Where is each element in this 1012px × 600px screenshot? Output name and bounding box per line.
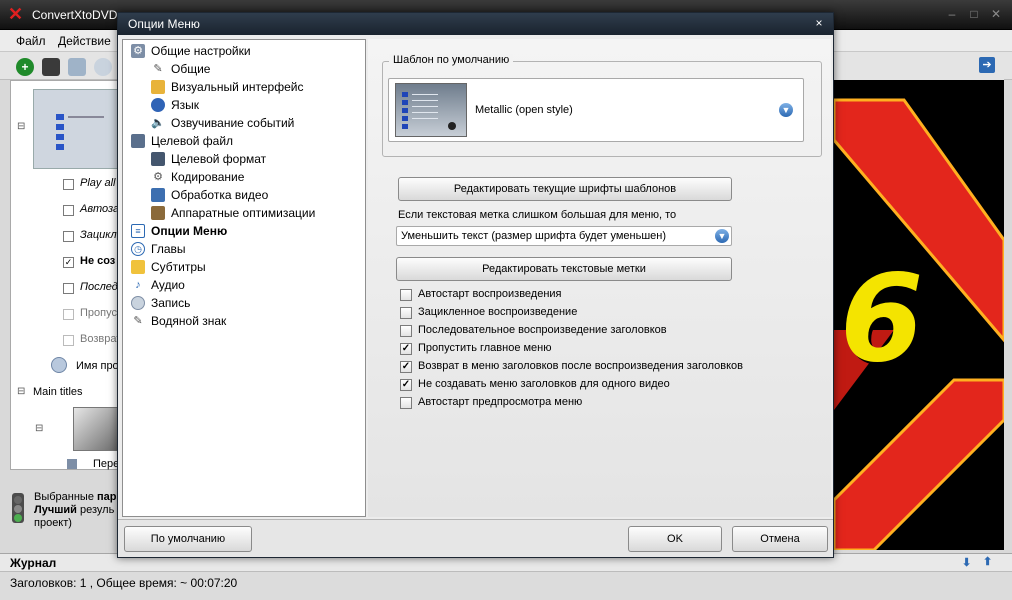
overflow-hint: Если текстовая метка слишком большая для…: [398, 209, 677, 221]
traffic-light-icon: [12, 493, 24, 523]
tree-checkbox[interactable]: ✓: [63, 257, 74, 268]
template-name: Metallic (open style): [475, 104, 573, 116]
checkbox-checked[interactable]: ✓: [400, 343, 412, 355]
chip-icon: [151, 206, 165, 220]
menu-options-panel: Шаблон по умолчанию Metallic (open style…: [368, 39, 831, 517]
edit-fonts-button[interactable]: Редактировать текущие шрифты шаблонов: [398, 177, 732, 201]
screen-icon: [151, 152, 165, 166]
disc-name-icon: [51, 357, 67, 373]
tree-row: Play all: [80, 177, 116, 189]
info-text: проект): [34, 517, 72, 529]
wrench-icon: ✎: [153, 63, 163, 75]
preview-toolbar: ➔: [834, 52, 1004, 80]
cancel-button[interactable]: Отмена: [732, 526, 828, 552]
status-text: Заголовков: 1 , Общее время: ~ 00:07:20: [10, 576, 238, 590]
tree-row: Послед: [80, 281, 118, 293]
default-button[interactable]: По умолчанию: [124, 526, 252, 552]
globe-icon: [151, 98, 165, 112]
statusbar: Заголовков: 1 , Общее время: ~ 00:07:20: [0, 571, 1012, 600]
settings-nav: ⚙ Общие настройки ✎ Общие Визуальный инт…: [122, 39, 366, 517]
preview-digit: 6: [840, 250, 924, 389]
menu-preview: 6: [834, 80, 1004, 550]
info-text-bold: Лучший: [34, 504, 77, 516]
tree-row: Зацикл: [80, 229, 117, 241]
add-icon[interactable]: +: [16, 58, 34, 76]
clock-icon: ◷: [131, 242, 145, 256]
close-app-icon[interactable]: ✕: [988, 6, 1004, 22]
info-text-bold: пар: [97, 491, 117, 503]
checkbox[interactable]: [400, 325, 412, 337]
tree-checkbox[interactable]: [63, 335, 74, 346]
tree-row: Возврат: [80, 333, 122, 345]
menu-action[interactable]: Действие: [58, 34, 111, 48]
template-selector[interactable]: Metallic (open style) ▼: [388, 78, 804, 142]
video-thumbnail[interactable]: [73, 407, 119, 451]
file-icon: [67, 459, 77, 469]
tree-row: Не соз: [80, 255, 116, 267]
next-arrow-icon[interactable]: ➔: [979, 57, 995, 73]
note-icon: ♪: [135, 279, 141, 291]
main-titles-label: Main titles: [33, 386, 83, 398]
tree-checkbox[interactable]: [63, 309, 74, 320]
tree-checkbox[interactable]: [63, 205, 74, 216]
down-arrow-icon[interactable]: ⬇: [962, 556, 974, 569]
tree-toggle-icon[interactable]: ⊟: [17, 386, 25, 397]
speaker-icon: 🔈: [151, 117, 165, 129]
checkbox-checked[interactable]: ✓: [400, 379, 412, 391]
tree-row: Пере: [93, 458, 120, 470]
convert-icon[interactable]: [68, 58, 86, 76]
tree-toggle-icon[interactable]: ⊟: [35, 423, 43, 434]
chevron-down-icon[interactable]: ▼: [715, 229, 729, 243]
tree-checkbox[interactable]: [63, 283, 74, 294]
gear-icon: ⚙: [153, 171, 163, 183]
dialog-titlebar: Опции Меню ×: [118, 13, 833, 35]
upload-icon[interactable]: [94, 58, 112, 76]
info-area: Выбранные пар Лучший резуль проект): [10, 485, 120, 533]
app-logo-icon: ✕: [8, 4, 24, 24]
maximize-icon[interactable]: □: [966, 6, 982, 22]
tree-checkbox[interactable]: [63, 231, 74, 242]
film-icon: [151, 188, 165, 202]
tree-row: Имя про: [76, 360, 119, 372]
dialog-close-icon[interactable]: ×: [811, 15, 827, 31]
checkbox[interactable]: [400, 289, 412, 301]
save-icon[interactable]: [42, 58, 60, 76]
text-overflow-value: Уменьшить текст (размер шрифта будет уме…: [401, 230, 666, 242]
subtitle-icon: [131, 260, 145, 274]
edit-labels-button[interactable]: Редактировать текстовые метки: [396, 257, 732, 281]
dialog-title: Опции Меню: [128, 17, 200, 31]
info-text: Выбранные: [34, 491, 98, 503]
default-template-caption: Шаблон по умолчанию: [389, 54, 514, 66]
text-overflow-select[interactable]: Уменьшить текст (размер шрифта будет уме…: [396, 226, 732, 246]
menu-icon: ≡: [131, 224, 145, 238]
menu-options-dialog: Опции Меню × ⚙ Общие настройки ✎ Общие В…: [117, 12, 834, 558]
minimize-icon[interactable]: –: [944, 6, 960, 22]
menu-file[interactable]: Файл: [16, 34, 46, 48]
checkbox[interactable]: [400, 397, 412, 409]
info-text: резуль: [76, 504, 115, 516]
journal-label: Журнал: [10, 556, 57, 570]
palette-icon: [151, 80, 165, 94]
checkbox-checked[interactable]: ✓: [400, 361, 412, 373]
tree-row: Пропус: [80, 307, 117, 319]
dialog-footer: По умолчанию OK Отмена: [118, 519, 833, 557]
up-arrow-icon[interactable]: ⬆: [983, 555, 997, 569]
checkbox[interactable]: [400, 307, 412, 319]
app-title: ConvertXtoDVD: [32, 8, 118, 22]
tree-toggle-icon[interactable]: ⊟: [17, 121, 25, 132]
template-dropdown-icon[interactable]: ▼: [779, 103, 793, 117]
menu-thumbnail[interactable]: [33, 89, 121, 169]
monitor-icon: [131, 134, 145, 148]
template-thumbnail: [395, 83, 467, 137]
gear-group-icon: ⚙: [131, 44, 145, 58]
project-tree: ⊟ Play all Автоза Зацикл ✓ Не соз Послед…: [10, 80, 122, 470]
ok-button[interactable]: OK: [628, 526, 722, 552]
watermark-icon: ✎: [133, 315, 143, 327]
tree-row: Автоза: [80, 203, 120, 215]
disc-icon: [131, 296, 145, 310]
tree-checkbox[interactable]: [63, 179, 74, 190]
